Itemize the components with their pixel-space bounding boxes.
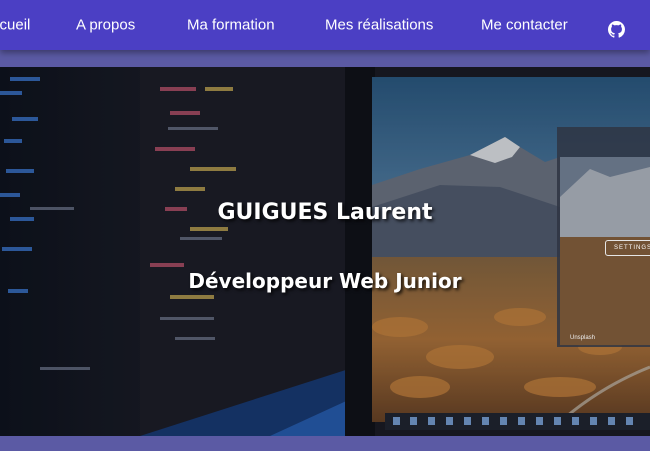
hero-banner: SETTINGS Unsplash GUIGUES Laurent Dévelo… [0,67,650,436]
hero-name: GUIGUES Laurent [217,200,433,225]
nav-link-a-propos[interactable]: A propos [76,17,135,34]
hero-background-image [0,67,650,436]
nav-link-ma-formation[interactable]: Ma formation [187,17,275,34]
top-navbar: Accueil A propos Ma formation Mes réalis… [0,0,650,50]
bottom-band [0,436,650,451]
hero-job-title: Développeur Web Junior [188,269,462,293]
github-icon[interactable] [608,21,625,38]
top-band [0,50,650,67]
nav-link-accueil[interactable]: Accueil [0,17,30,34]
screen-credit-label: Unsplash [570,335,596,341]
nav-link-mes-realisations[interactable]: Mes réalisations [325,17,433,34]
nav-link-me-contacter[interactable]: Me contacter [481,17,568,34]
screen-settings-button: SETTINGS [605,240,650,256]
